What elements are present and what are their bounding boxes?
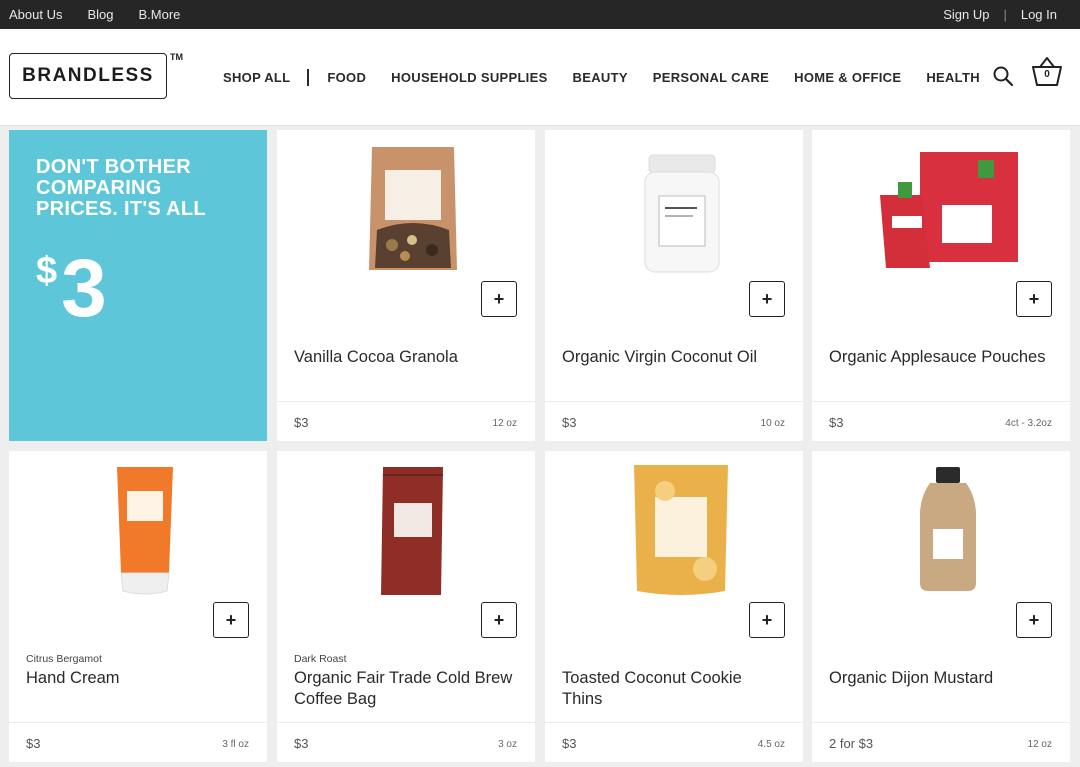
top-utility-bar: About Us Blog B.More Sign Up | Log In [0, 0, 1080, 29]
nav-personal-care[interactable]: PERSONAL CARE [653, 70, 769, 85]
separator: | [1003, 7, 1007, 22]
product-footer: $3 10 oz [545, 401, 803, 441]
promo-headline: DON'T BOTHER COMPARING PRICES. IT'S ALL [36, 156, 206, 220]
main-nav: SHOP ALL FOOD HOUSEHOLD SUPPLIES BEAUTY … [223, 69, 1005, 86]
product-footer: 2 for $3 12 oz [812, 722, 1070, 762]
product-name[interactable]: Organic Virgin Coconut Oil [562, 347, 782, 368]
about-us-link[interactable]: About Us [9, 7, 62, 22]
nav-divider [307, 69, 310, 86]
product-variant: Citrus Bergamot [26, 653, 102, 665]
product-card[interactable]: + Dark Roast Organic Fair Trade Cold Bre… [277, 451, 535, 762]
cart-count: 0 [1044, 69, 1050, 80]
promo-amount: 3 [61, 243, 107, 334]
add-to-cart-button[interactable]: + [749, 281, 785, 317]
product-name[interactable]: Organic Fair Trade Cold Brew Coffee Bag [294, 668, 514, 710]
bmore-link[interactable]: B.More [139, 7, 181, 22]
product-card[interactable]: + Organic Applesauce Pouches $3 4ct - 3.… [812, 130, 1070, 441]
product-price: $3 [26, 736, 41, 751]
brand-logo[interactable]: BRANDLESS [9, 53, 167, 99]
product-price: $3 [829, 415, 844, 430]
add-to-cart-button[interactable]: + [1016, 281, 1052, 317]
add-to-cart-button[interactable]: + [481, 281, 517, 317]
product-footer: $3 4.5 oz [545, 722, 803, 762]
nav-shop-all[interactable]: SHOP ALL [223, 70, 290, 85]
sign-up-link[interactable]: Sign Up [943, 7, 989, 22]
product-card[interactable]: + Toasted Coconut Cookie Thins $3 4.5 oz [545, 451, 803, 762]
product-card[interactable]: + Vanilla Cocoa Granola $3 12 oz [277, 130, 535, 441]
add-to-cart-button[interactable]: + [481, 602, 517, 638]
product-price: 2 for $3 [829, 736, 874, 751]
product-price: $3 [294, 736, 309, 751]
product-footer: $3 12 oz [277, 401, 535, 441]
product-footer: $3 3 oz [277, 722, 535, 762]
product-card[interactable]: + Organic Virgin Coconut Oil $3 10 oz [545, 130, 803, 441]
product-size: 4.5 oz [757, 739, 785, 750]
nav-health[interactable]: HEALTH [926, 70, 980, 85]
add-to-cart-button[interactable]: + [749, 602, 785, 638]
trademark-mark: TM [170, 52, 183, 62]
utility-links: About Us Blog B.More [9, 7, 180, 22]
product-footer: $3 3 fl oz [9, 722, 267, 762]
promo-tile: DON'T BOTHER COMPARING PRICES. IT'S ALL … [9, 130, 267, 441]
promo-currency: $ [36, 250, 58, 292]
nav-home-office[interactable]: HOME & OFFICE [794, 70, 901, 85]
product-name[interactable]: Organic Dijon Mustard [829, 668, 1049, 689]
product-size: 10 oz [760, 418, 785, 429]
nav-household-supplies[interactable]: HOUSEHOLD SUPPLIES [391, 70, 547, 85]
nav-food[interactable]: FOOD [327, 70, 366, 85]
product-name[interactable]: Hand Cream [26, 668, 246, 689]
product-size: 12 oz [492, 418, 517, 429]
nav-beauty[interactable]: BEAUTY [573, 70, 628, 85]
product-card[interactable]: + Citrus Bergamot Hand Cream $3 3 fl oz [9, 451, 267, 762]
product-size: 3 fl oz [222, 739, 249, 750]
product-price: $3 [562, 736, 577, 751]
product-size: 12 oz [1027, 739, 1052, 750]
promo-price: $3 [36, 248, 107, 330]
blog-link[interactable]: Blog [87, 7, 113, 22]
add-to-cart-button[interactable]: + [1016, 602, 1052, 638]
product-name[interactable]: Toasted Coconut Cookie Thins [562, 668, 782, 710]
product-card[interactable]: + Organic Dijon Mustard 2 for $3 12 oz [812, 451, 1070, 762]
product-size: 4ct - 3.2oz [1005, 418, 1052, 429]
product-price: $3 [294, 415, 309, 430]
search-icon[interactable] [992, 65, 1014, 87]
add-to-cart-button[interactable]: + [213, 602, 249, 638]
log-in-link[interactable]: Log In [1021, 7, 1057, 22]
product-footer: $3 4ct - 3.2oz [812, 401, 1070, 441]
account-links: Sign Up | Log In [943, 7, 1057, 22]
product-variant: Dark Roast [294, 653, 347, 665]
product-name[interactable]: Organic Applesauce Pouches [829, 347, 1049, 368]
product-name[interactable]: Vanilla Cocoa Granola [294, 347, 514, 368]
product-price: $3 [562, 415, 577, 430]
product-size: 3 oz [498, 739, 517, 750]
site-header: BRANDLESS TM SHOP ALL FOOD HOUSEHOLD SUP… [0, 29, 1080, 126]
